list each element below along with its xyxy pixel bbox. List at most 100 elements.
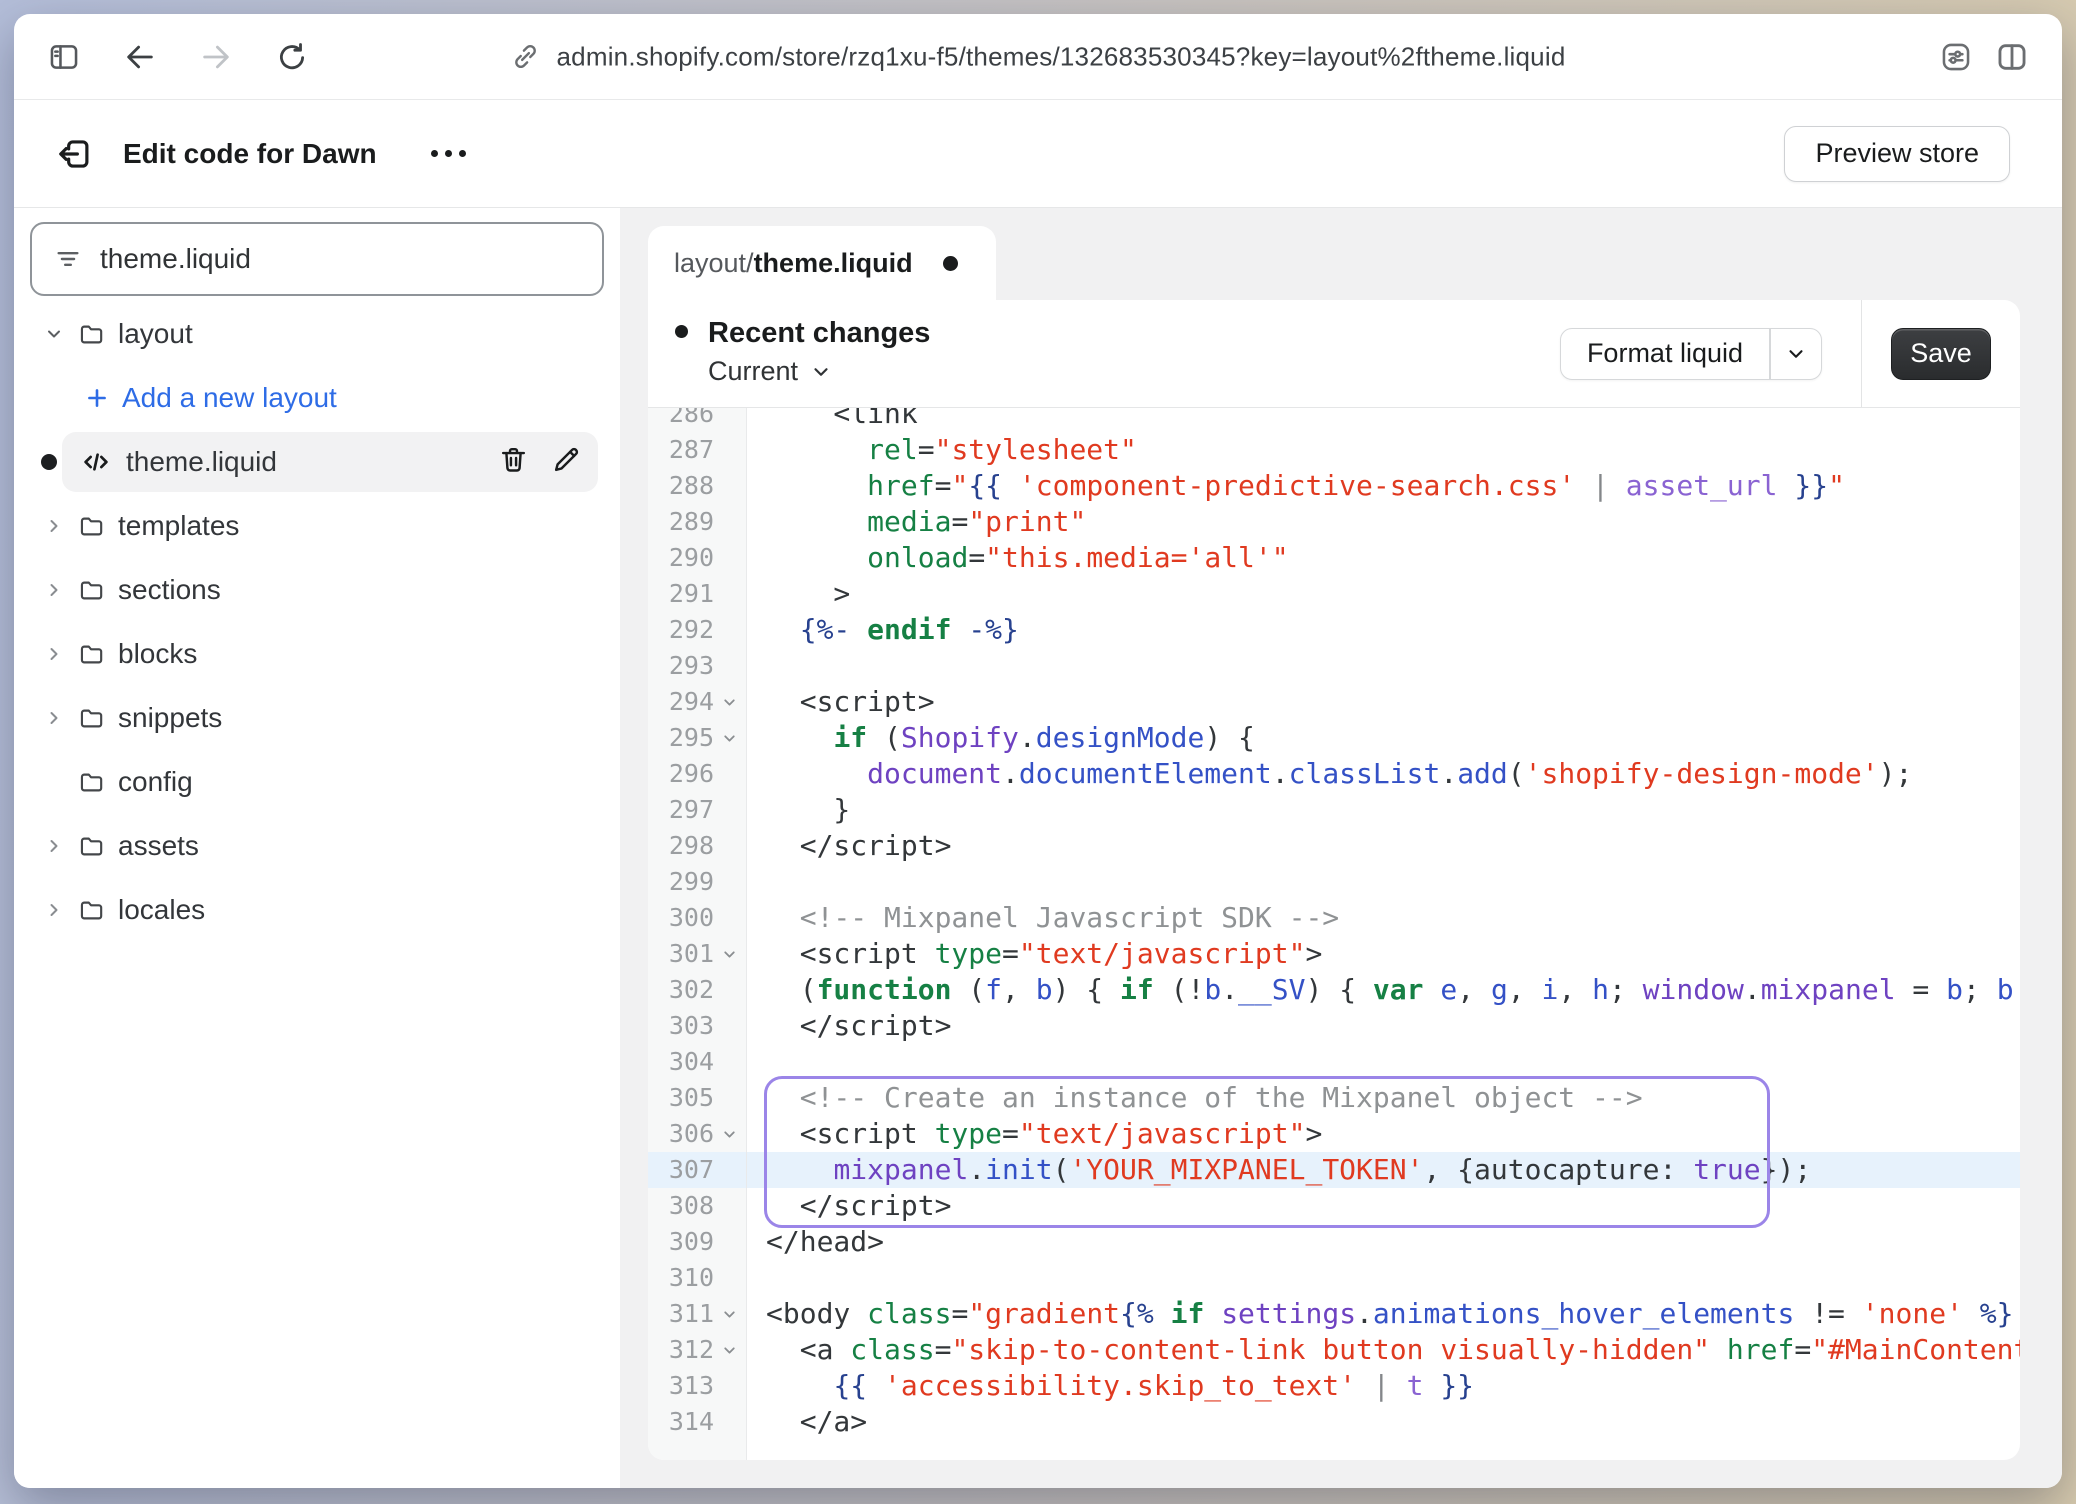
code-line-text: <script type="text/javascript"> — [747, 936, 2020, 972]
code-line-307[interactable]: 307 mixpanel.init('YOUR_MIXPANEL_TOKEN',… — [648, 1152, 2020, 1188]
line-gutter: 313 — [648, 1368, 747, 1404]
code-line-291[interactable]: 291 > — [648, 576, 2020, 612]
code-line-text: <!-- Create an instance of the Mixpanel … — [747, 1080, 2020, 1116]
line-number: 309 — [669, 1224, 714, 1260]
code-line-292[interactable]: 292 {%- endif -%} — [648, 612, 2020, 648]
code-line-309[interactable]: 309</head> — [648, 1224, 2020, 1260]
code-line-text: mixpanel.init('YOUR_MIXPANEL_TOKEN', {au… — [747, 1152, 2020, 1188]
line-number: 313 — [669, 1368, 714, 1404]
code-line-287[interactable]: 287 rel="stylesheet" — [648, 432, 2020, 468]
line-gutter: 289 — [648, 504, 747, 540]
code-line-301[interactable]: 301 <script type="text/javascript"> — [648, 936, 2020, 972]
code-line-290[interactable]: 290 onload="this.media='all'" — [648, 540, 2020, 576]
code-line-294[interactable]: 294 <script> — [648, 684, 2020, 720]
back-icon[interactable] — [120, 37, 160, 77]
fold-toggle-icon[interactable] — [721, 1332, 738, 1368]
code-line-312[interactable]: 312 <a class="skip-to-content-link butto… — [648, 1332, 2020, 1368]
tree-folder-blocks[interactable]: blocks — [14, 622, 620, 686]
tree-folder-sections[interactable]: sections — [14, 558, 620, 622]
code-line-288[interactable]: 288 href="{{ 'component-predictive-searc… — [648, 468, 2020, 504]
code-line-297[interactable]: 297 } — [648, 792, 2020, 828]
line-number: 299 — [669, 864, 714, 900]
line-number: 302 — [669, 972, 714, 1008]
split-view-icon[interactable] — [1992, 37, 2032, 77]
code-line-text: } — [747, 792, 2020, 828]
line-number: 287 — [669, 432, 714, 468]
line-number: 296 — [669, 756, 714, 792]
fold-toggle-icon[interactable] — [721, 720, 738, 756]
code-line-314[interactable]: 314 </a> — [648, 1404, 2020, 1440]
line-gutter: 314 — [648, 1404, 747, 1440]
chevron-down-icon — [1785, 343, 1807, 365]
code-line-305[interactable]: 305 <!-- Create an instance of the Mixpa… — [648, 1080, 2020, 1116]
search-input[interactable] — [98, 242, 580, 276]
gutter-filler — [648, 1440, 2020, 1460]
tree-item-label: config — [118, 766, 193, 798]
tree-folder-snippets[interactable]: snippets — [14, 686, 620, 750]
folder-icon — [78, 769, 105, 796]
line-number: 290 — [669, 540, 714, 576]
tree-item-label: theme.liquid — [126, 446, 277, 478]
code-line-303[interactable]: 303 </script> — [648, 1008, 2020, 1044]
tune-icon[interactable] — [1936, 37, 1976, 77]
editor-area: layout/theme.liquid Recent changes Curre… — [620, 208, 2062, 1488]
reload-icon[interactable] — [272, 37, 312, 77]
code-line-text: <!-- Mixpanel Javascript SDK --> — [747, 900, 2020, 936]
code-line-306[interactable]: 306 <script type="text/javascript"> — [648, 1116, 2020, 1152]
save-button[interactable]: Save — [1891, 328, 1991, 380]
fold-toggle-icon[interactable] — [721, 936, 738, 972]
format-options-toggle[interactable] — [1771, 329, 1821, 379]
address-bar[interactable]: admin.shopify.com/store/rzq1xu-f5/themes… — [511, 41, 1566, 72]
code-line-286[interactable]: 286 <link — [648, 408, 2020, 432]
line-gutter: 304 — [648, 1044, 747, 1080]
chevron-right-icon — [44, 708, 64, 728]
tree-folder-config[interactable]: config — [14, 750, 620, 814]
code-line-299[interactable]: 299 — [648, 864, 2020, 900]
version-dropdown[interactable]: Current — [708, 356, 1560, 387]
add-new-layout-link[interactable]: Add a new layout — [14, 366, 620, 430]
delete-file-icon[interactable] — [498, 444, 529, 480]
format-liquid-button[interactable]: Format liquid — [1560, 328, 1822, 380]
code-line-308[interactable]: 308 </script> — [648, 1188, 2020, 1224]
code-line-text: <script type="text/javascript"> — [747, 1116, 2020, 1152]
tab-path-prefix: layout/ — [674, 248, 754, 279]
fold-toggle-icon[interactable] — [721, 1116, 738, 1152]
tree-item-label: locales — [118, 894, 205, 926]
sidebar-panel-icon[interactable] — [44, 37, 84, 77]
tree-folder-layout[interactable]: layout — [14, 302, 620, 366]
preview-store-button[interactable]: Preview store — [1784, 126, 2010, 182]
chevron-down-icon — [44, 324, 64, 344]
code-line-304[interactable]: 304 — [648, 1044, 2020, 1080]
code-line-313[interactable]: 313 {{ 'accessibility.skip_to_text' | t … — [648, 1368, 2020, 1404]
tab-theme-liquid[interactable]: layout/theme.liquid — [648, 226, 996, 300]
code-line-298[interactable]: 298 </script> — [648, 828, 2020, 864]
more-actions-icon[interactable] — [421, 140, 476, 167]
tree-folder-templates[interactable]: templates — [14, 494, 620, 558]
line-number: 304 — [669, 1044, 714, 1080]
line-gutter: 290 — [648, 540, 747, 576]
selected-file-row[interactable]: theme.liquid — [62, 432, 598, 492]
code-line-295[interactable]: 295 if (Shopify.designMode) { — [648, 720, 2020, 756]
code-editor[interactable]: 286 <link287 rel="stylesheet"288 href="{… — [648, 408, 2020, 1460]
code-line-300[interactable]: 300 <!-- Mixpanel Javascript SDK --> — [648, 900, 2020, 936]
code-line-text — [747, 864, 2020, 900]
fold-toggle-icon[interactable] — [721, 1296, 738, 1332]
exit-editor-icon[interactable] — [53, 132, 97, 176]
code-line-310[interactable]: 310 — [648, 1260, 2020, 1296]
desktop-background: admin.shopify.com/store/rzq1xu-f5/themes… — [0, 0, 2076, 1504]
forward-icon[interactable] — [196, 37, 236, 77]
code-line-302[interactable]: 302 (function (f, b) { if (!b.__SV) { va… — [648, 972, 2020, 1008]
rename-file-icon[interactable] — [551, 444, 582, 480]
folder-icon — [78, 705, 105, 732]
code-line-296[interactable]: 296 document.documentElement.classList.a… — [648, 756, 2020, 792]
code-line-311[interactable]: 311<body class="gradient{% if settings.a… — [648, 1296, 2020, 1332]
line-gutter: 303 — [648, 1008, 747, 1044]
file-search-box — [30, 222, 604, 296]
tree-folder-locales[interactable]: locales — [14, 878, 620, 942]
folder-icon — [78, 833, 105, 860]
fold-toggle-icon[interactable] — [721, 684, 738, 720]
code-line-293[interactable]: 293 — [648, 648, 2020, 684]
code-line-text: (function (f, b) { if (!b.__SV) { var e,… — [747, 972, 2020, 1008]
tree-folder-assets[interactable]: assets — [14, 814, 620, 878]
code-line-289[interactable]: 289 media="print" — [648, 504, 2020, 540]
